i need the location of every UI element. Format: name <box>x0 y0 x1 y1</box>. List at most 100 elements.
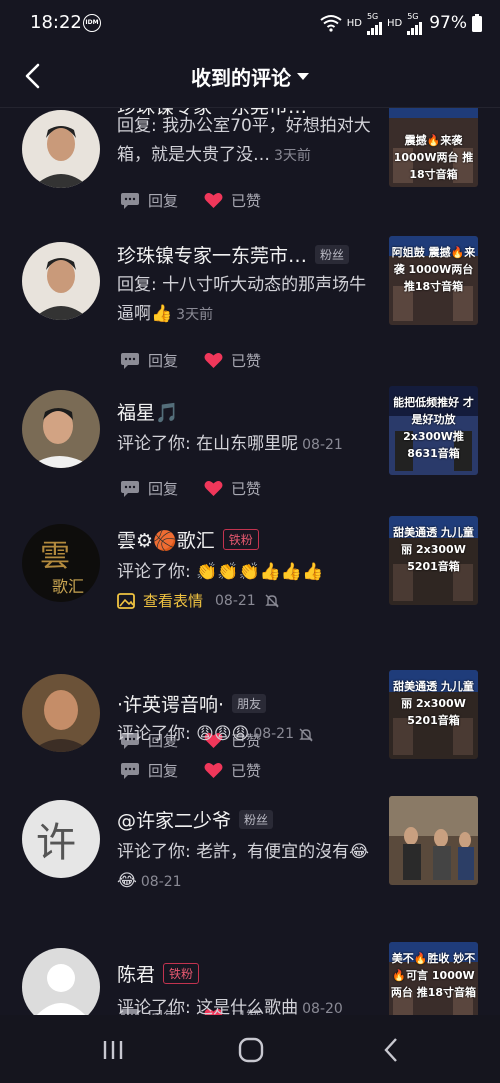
comment-time: 3天前 <box>274 148 311 164</box>
comment-list: 珍珠镍专家一东莞市… 回复: 我办公室70平，好想拍对大箱，就是大贵了没…3天前… <box>0 108 500 1015</box>
svg-text:歌汇: 歌汇 <box>52 577 84 596</box>
title-dropdown[interactable]: 收到的评论 <box>0 62 500 91</box>
comment-item[interactable]: 雲歌汇 雲⚙🏀歌汇 铁粉 评论了你: 👏👏👏👍👍👍 查看表情 08-21 回复 <box>0 510 500 750</box>
liked-label: 已赞 <box>231 192 262 210</box>
chat-bubble-icon <box>121 762 139 779</box>
reply-button[interactable]: 回复 <box>120 478 178 499</box>
chat-bubble-icon <box>121 352 139 369</box>
comment-text[interactable]: 评论了你: 👏👏👏👍👍👍 <box>117 558 377 587</box>
hd-label-2: HD <box>386 17 403 29</box>
svg-text:许: 许 <box>36 820 76 866</box>
liked-label: 已赞 <box>231 762 262 780</box>
image-icon <box>117 592 135 609</box>
comment-item[interactable]: ·许英谔音响· 朋友 评论了你: 😩😩😩 08-21 回复 已赞 甜美通透 九儿… <box>0 660 500 800</box>
video-thumbnail[interactable] <box>389 796 478 885</box>
comment-time: 08-21 <box>253 726 294 742</box>
liked-label: 已赞 <box>231 352 262 370</box>
avatar[interactable]: 许 <box>22 800 100 878</box>
mute-bell-icon <box>299 728 313 741</box>
comment-text[interactable]: 评论了你: 😩😩😩 08-21 <box>117 720 377 749</box>
relation-tag: 铁粉 <box>163 963 200 984</box>
comment-item[interactable]: 福星🎵 评论了你: 在山东哪里呢 08-21 回复 已赞 能把低频推好 才是好功放… <box>0 380 500 510</box>
relation-tag: 粉丝 <box>239 810 274 829</box>
avatar[interactable] <box>22 948 100 1015</box>
commenter-name[interactable]: 陈君 <box>117 960 155 987</box>
reply-label: 回复 <box>148 762 179 780</box>
signal-icon <box>407 21 423 35</box>
video-thumbnail[interactable]: 震撼🔥来袭 1000W两台 推18寸音箱 <box>389 108 478 187</box>
view-sticker-link[interactable]: 查看表情 08-21 <box>117 590 280 611</box>
system-nav-bar <box>0 1015 500 1083</box>
wifi-icon <box>320 15 342 32</box>
comment-item[interactable]: 珍珠镍专家一东莞市… 粉丝 回复: 十八寸听大动态的那声场牛逼啊👍 3天前 回复 … <box>0 236 500 378</box>
reply-label: 回复 <box>148 352 179 370</box>
comment-text[interactable]: 回复: 我办公室70平，好想拍对大箱，就是大贵了没… 3天前 <box>117 112 377 171</box>
back-icon[interactable] <box>377 1035 407 1065</box>
view-sticker-label: 查看表情 <box>143 592 204 610</box>
commenter-name[interactable]: 雲⚙🏀歌汇 <box>117 526 215 553</box>
comment-time: 08-21 <box>302 437 343 453</box>
comment-text[interactable]: 评论了你: 这是什么歌曲 08-20 <box>117 994 377 1015</box>
comment-time: 08-21 <box>140 874 182 890</box>
top-app-bar: 收到的评论 <box>0 46 500 108</box>
recents-icon[interactable] <box>98 1035 128 1065</box>
reply-button[interactable]: 回复 <box>120 350 178 371</box>
chat-bubble-icon <box>121 192 139 209</box>
like-button[interactable]: 已赞 <box>204 350 261 371</box>
like-button[interactable]: 已赞 <box>204 760 261 781</box>
svg-text:雲: 雲 <box>40 539 70 574</box>
comment-time: 08-21 <box>215 592 256 609</box>
video-thumbnail[interactable]: 美不🔥胜收 妙不🔥可言 1000W两台 推18寸音箱 <box>389 942 478 1015</box>
comment-time: 3天前 <box>176 307 214 323</box>
video-thumbnail[interactable]: 甜美通透 九儿童丽 2x300W 5201音箱 <box>389 516 478 605</box>
commenter-name[interactable]: 福星🎵 <box>117 398 179 425</box>
reply-button[interactable]: 回复 <box>120 760 178 781</box>
commenter-name[interactable]: @许家二少爷 <box>117 806 231 833</box>
status-bar: 18:22 IDM HD 5G HD 5G 97% <box>0 0 500 46</box>
status-time: 18:22 <box>30 12 82 33</box>
5g-label-2: 5G <box>407 11 419 21</box>
video-thumbnail[interactable]: 甜美通透 九儿童丽 2x300W 5201音箱 <box>389 670 478 759</box>
hd-label-1: HD <box>346 17 362 29</box>
status-icons: HD 5G HD 5G 97% <box>320 10 482 36</box>
comment-text[interactable]: 评论了你: 老許，有便宜的沒有😂😂 08-21 <box>117 838 379 897</box>
comment-item[interactable]: 陈君 铁粉 评论了你: 这是什么歌曲 08-20 美不🔥胜收 妙不🔥可言 1000… <box>0 942 500 1015</box>
video-thumbnail[interactable]: 能把低频推好 才是好功放 2x300W推 8631音箱 <box>389 386 478 475</box>
home-icon[interactable] <box>236 1035 266 1065</box>
avatar[interactable] <box>22 110 100 188</box>
battery-icon <box>472 14 482 32</box>
avatar[interactable]: 雲歌汇 <box>22 524 100 602</box>
relation-tag: 铁粉 <box>222 529 259 550</box>
5g-label-1: 5G <box>366 11 379 21</box>
avatar[interactable] <box>22 242 100 320</box>
heart-icon <box>204 353 223 368</box>
mute-bell-icon <box>265 594 279 607</box>
signal-icon <box>366 21 382 35</box>
relation-tag: 粉丝 <box>315 245 350 264</box>
video-thumbnail[interactable]: 阿姐鼓 震撼🔥来袭 1000W两台 推18寸音箱 <box>389 236 478 325</box>
comment-text[interactable]: 评论了你: 在山东哪里呢 08-21 <box>117 430 377 460</box>
commenter-name[interactable]: ·许英谔音响· <box>117 690 224 717</box>
idm-badge: IDM <box>83 14 101 32</box>
comment-item[interactable]: 珍珠镍专家一东莞市… 回复: 我办公室70平，好想拍对大箱，就是大贵了没…3天前… <box>0 108 500 238</box>
commenter-name[interactable]: 珍珠镍专家一东莞市… <box>117 241 307 268</box>
caret-down-icon <box>297 72 309 80</box>
page-title: 收到的评论 <box>191 66 291 90</box>
reply-button[interactable]: 回复 <box>120 190 178 211</box>
battery-percent: 97% <box>429 13 467 33</box>
avatar[interactable] <box>22 390 100 468</box>
liked-label: 已赞 <box>231 480 262 498</box>
comment-item[interactable]: 许 @许家二少爷 粉丝 评论了你: 老許，有便宜的沒有😂😂08-21 回复 已赞 <box>0 792 500 1015</box>
heart-icon <box>204 481 223 496</box>
reply-label: 回复 <box>148 192 179 210</box>
chat-bubble-icon <box>121 480 139 497</box>
heart-icon <box>204 763 223 778</box>
comment-time: 08-20 <box>302 1001 343 1015</box>
like-button[interactable]: 已赞 <box>204 478 261 499</box>
reply-label: 回复 <box>148 480 179 498</box>
like-button[interactable]: 已赞 <box>204 190 261 211</box>
relation-tag: 朋友 <box>232 694 267 713</box>
avatar[interactable] <box>22 674 100 752</box>
heart-icon <box>204 193 223 208</box>
comment-text[interactable]: 回复: 十八寸听大动态的那声场牛逼啊👍 3天前 <box>117 271 377 330</box>
